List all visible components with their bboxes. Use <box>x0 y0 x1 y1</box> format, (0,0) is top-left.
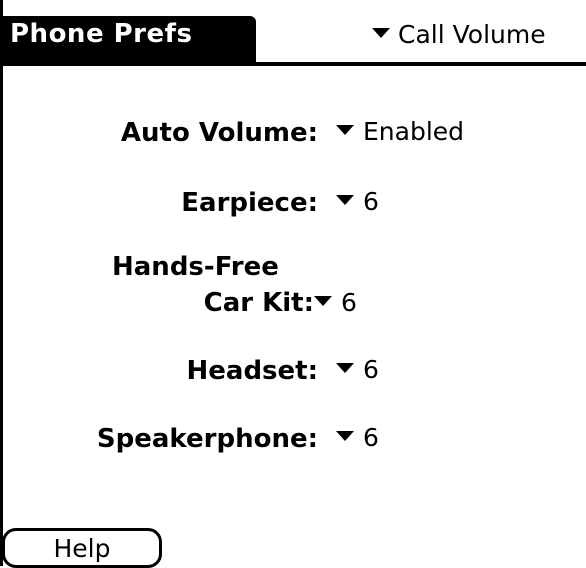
triangle-down-icon <box>336 124 354 135</box>
headset-picker[interactable]: 6 <box>336 355 379 384</box>
hands-free-picker[interactable]: 6 <box>314 288 357 317</box>
hands-free-value: 6 <box>341 288 357 317</box>
category-picker-label: Call Volume <box>398 20 546 49</box>
setting-row-hands-free: Car Kit: <box>0 286 314 326</box>
triangle-down-icon <box>372 27 390 38</box>
setting-row-earpiece: Earpiece: <box>0 186 318 226</box>
category-picker[interactable]: Call Volume <box>372 20 546 56</box>
triangle-down-icon <box>336 362 354 373</box>
speakerphone-picker[interactable]: 6 <box>336 423 379 452</box>
app-window: Phone Prefs Call Volume Auto Volume: Ena… <box>0 0 586 568</box>
hands-free-label-line2: Car Kit: <box>203 288 314 318</box>
headset-value: 6 <box>363 355 379 384</box>
title-divider <box>0 62 586 66</box>
app-title: Phone Prefs <box>10 19 193 49</box>
auto-volume-picker[interactable]: Enabled <box>336 117 464 146</box>
triangle-down-icon <box>336 194 354 205</box>
help-button[interactable]: Help <box>2 528 162 568</box>
setting-row-auto-volume: Auto Volume: <box>0 116 318 156</box>
hands-free-label-line1: Hands-Free <box>112 252 279 282</box>
triangle-down-icon <box>314 295 332 306</box>
window-border <box>0 0 3 566</box>
setting-row-headset: Headset: <box>0 354 319 394</box>
earpiece-label: Earpiece: <box>181 188 318 218</box>
speakerphone-value: 6 <box>363 423 379 452</box>
earpiece-picker[interactable]: 6 <box>336 187 379 216</box>
earpiece-value: 6 <box>363 187 379 216</box>
setting-row-speakerphone: Speakerphone: <box>0 422 318 462</box>
auto-volume-value: Enabled <box>363 117 465 146</box>
speakerphone-label: Speakerphone: <box>96 424 318 454</box>
triangle-down-icon <box>336 430 354 441</box>
headset-label: Headset: <box>186 356 319 386</box>
auto-volume-label: Auto Volume: <box>120 118 318 148</box>
